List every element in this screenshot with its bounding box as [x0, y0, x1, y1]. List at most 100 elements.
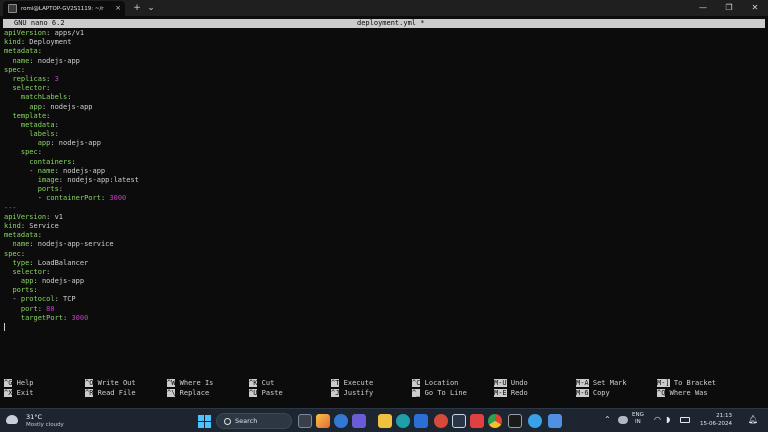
code-line: targetPort: 3000 [20, 313, 89, 322]
media-icon[interactable] [470, 414, 484, 428]
code-line: selector: [12, 267, 51, 276]
nano-header: GNU nano 6.2 deployment.yml * [3, 19, 765, 28]
code-line: ports: [12, 286, 38, 295]
widgets-icon[interactable] [316, 414, 330, 428]
code-line: apiVersion: v1 [4, 212, 64, 221]
code-line: kind: Service [4, 221, 59, 230]
text-cursor [4, 323, 5, 331]
shortcut-redo[interactable]: M-E Redo [494, 389, 528, 399]
vscode-icon[interactable] [528, 414, 542, 428]
new-tab-button[interactable]: + [131, 1, 143, 15]
code-line: - protocol: TCP [4, 295, 76, 304]
file-explorer-icon[interactable] [378, 414, 392, 428]
shortcut-write-out[interactable]: ^O Write Out [85, 379, 136, 389]
code-line: name: nodejs-app-service [12, 240, 114, 249]
maximize-button[interactable]: ❐ [716, 0, 742, 16]
store-icon[interactable] [414, 414, 428, 428]
clock-date: 15-06-2024 [700, 421, 732, 427]
teams-icon[interactable] [352, 414, 366, 428]
code-line: port: 80 [20, 304, 55, 313]
shortcut-location[interactable]: ^C Location [412, 379, 458, 389]
weather-widget[interactable]: 31°C Mostly cloudy [6, 412, 76, 430]
code-line: app: nodejs-app [37, 139, 101, 148]
code-line: - name: nodejs-app [4, 166, 106, 175]
onedrive-icon[interactable] [618, 416, 628, 424]
code-line: matchLabels: [20, 93, 72, 102]
terminal-tab[interactable]: romi@LAPTOP-GV2S1119: ~/r × [3, 1, 125, 16]
shortcut-execute[interactable]: ^T Execute [331, 379, 373, 389]
code-line: selector: [12, 84, 51, 93]
taskbar-search[interactable]: Search [216, 413, 292, 429]
shortcut-justify[interactable]: ^J Justify [331, 389, 373, 399]
notification-bell-icon[interactable]: 🔔︎ [748, 415, 758, 432]
terminal-icon [8, 4, 17, 13]
nano-version: GNU nano 6.2 [14, 19, 65, 27]
minimize-button[interactable]: — [690, 0, 716, 16]
shortcut-where-is[interactable]: ^W Where Is [167, 379, 213, 389]
code-line: spec: [20, 148, 42, 157]
browser-icon[interactable] [334, 414, 348, 428]
office-icon[interactable] [434, 414, 448, 428]
shortcut-copy[interactable]: M-6 Copy [576, 389, 610, 399]
weather-description: Mostly cloudy [26, 422, 64, 428]
code-line: replicas: 3 [12, 74, 59, 83]
shortcut-go-to-line[interactable]: ^_ Go To Line [412, 389, 467, 399]
shortcut-where-was[interactable]: ^Q Where Was [657, 389, 708, 399]
code-line: kind: Deployment [4, 38, 72, 47]
code-line: template: [12, 111, 51, 120]
code-line: metadata: [4, 47, 42, 56]
shortcut-read-file[interactable]: ^R Read File [85, 389, 136, 399]
shortcut-to-bracket[interactable]: M-] To Bracket [657, 379, 716, 389]
code-line: - containerPort: 3000 [4, 194, 127, 203]
volume-icon[interactable]: ◗ [666, 415, 670, 432]
taskbar: 31°C Mostly cloudy Search ⌃ ENG IN ◠ ◗ 2… [0, 408, 768, 432]
start-button[interactable] [198, 415, 211, 428]
clock[interactable]: 21:13 15-06-2024 [700, 412, 732, 432]
language-indicator[interactable]: ENG IN [632, 412, 644, 432]
code-line: app: nodejs-app [20, 277, 85, 286]
search-icon [224, 418, 231, 425]
cloud-icon [6, 415, 18, 424]
tab-close-icon[interactable]: × [115, 4, 121, 12]
shortcut-cut[interactable]: ^K Cut [249, 379, 274, 389]
code-line: spec: [4, 65, 26, 74]
code-line: metadata: [4, 231, 42, 240]
battery-icon[interactable] [680, 417, 690, 423]
terminal-taskbar-icon[interactable] [508, 414, 522, 428]
shortcut-replace[interactable]: ^\ Replace [167, 389, 209, 399]
code-line: app: nodejs-app [29, 102, 93, 111]
code-line: image: nodejs-app:latest [37, 176, 139, 184]
code-line: ports: [37, 185, 64, 194]
code-line: name: nodejs-app [12, 56, 80, 65]
code-line: containers: [29, 157, 76, 166]
chrome-icon[interactable] [488, 414, 502, 428]
task-view-icon[interactable] [298, 414, 312, 428]
shortcut-paste[interactable]: ^U Paste [249, 389, 283, 399]
tab-title: romi@LAPTOP-GV2S1119: ~/r [21, 5, 104, 12]
code-line: metadata: [20, 120, 59, 129]
title-bar: romi@LAPTOP-GV2S1119: ~/r × + ⌄ — ❐ ✕ [0, 0, 768, 16]
shortcut-exit[interactable]: ^X Exit [4, 389, 34, 399]
code-line: apiVersion: apps/v1 [4, 29, 85, 37]
code-line: spec: [4, 249, 26, 258]
tab-dropdown-button[interactable]: ⌄ [145, 1, 157, 15]
code-line: type: LoadBalancer [12, 258, 89, 267]
edge-icon[interactable] [396, 414, 410, 428]
shortcut-set-mark[interactable]: M-A Set Mark [576, 379, 627, 389]
weather-temperature: 31°C [26, 413, 43, 421]
shortcut-undo[interactable]: M-U Undo [494, 379, 528, 389]
photos-icon[interactable] [452, 414, 466, 428]
nano-filename: deployment.yml * [357, 19, 425, 27]
close-button[interactable]: ✕ [742, 0, 768, 16]
clock-time: 21:13 [716, 413, 732, 419]
chevron-up-icon[interactable]: ⌃ [604, 415, 611, 432]
shortcut-bar: ^G Help ^X Exit ^O Write Out ^R Read Fil… [4, 379, 764, 399]
code-line: labels: [29, 130, 59, 139]
search-label: Search [235, 417, 258, 425]
notes-icon[interactable] [548, 414, 562, 428]
wifi-icon[interactable]: ◠ [654, 415, 661, 432]
shortcut-help[interactable]: ^G Help [4, 379, 34, 389]
windows-logo-icon [198, 415, 204, 421]
code-line: --- [4, 203, 17, 212]
editor-buffer[interactable]: apiVersion: apps/v1 kind: Deployment met… [4, 29, 764, 323]
